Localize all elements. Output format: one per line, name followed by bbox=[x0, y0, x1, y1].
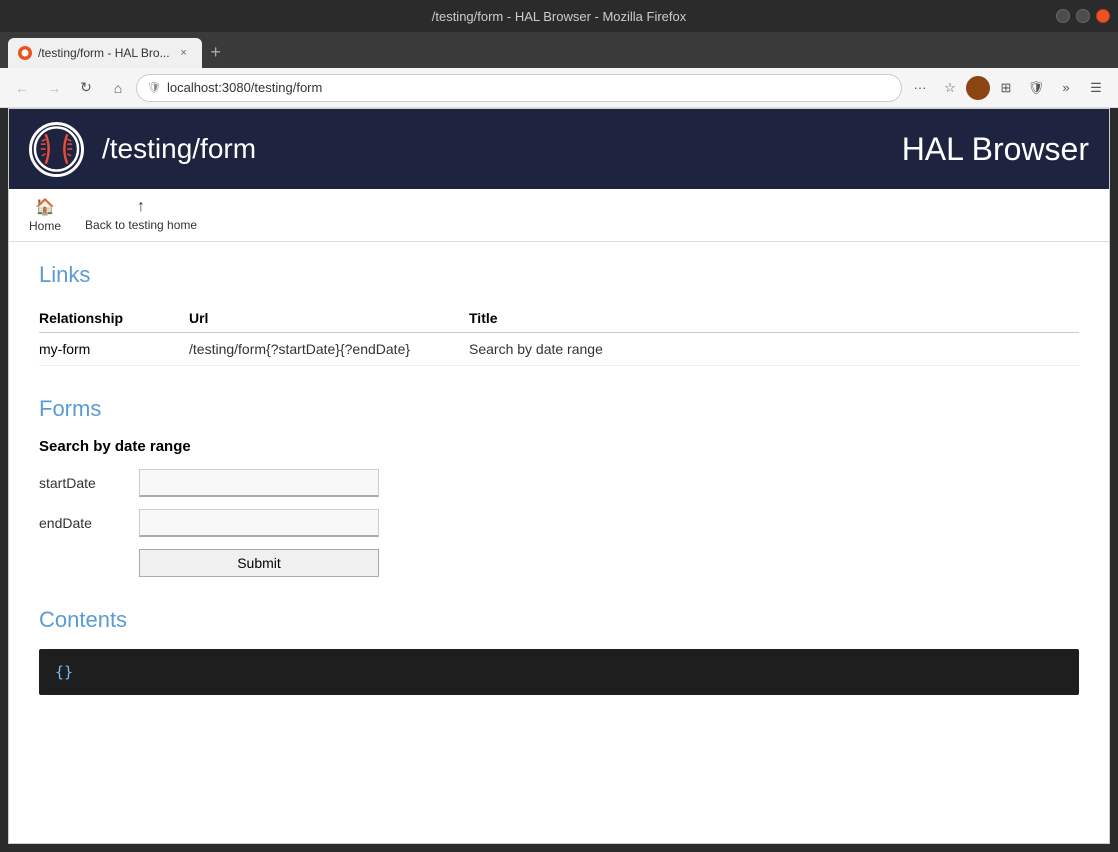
form-field: endDate bbox=[39, 509, 1079, 537]
window-controls: — □ ✕ bbox=[1056, 9, 1110, 23]
breadcrumb-back-label: Back to testing home bbox=[85, 218, 197, 232]
forms-section: Forms Search by date range startDate end… bbox=[39, 396, 1079, 577]
breadcrumb-back[interactable]: ↑ Back to testing home bbox=[85, 198, 197, 232]
forward-button[interactable]: → bbox=[40, 74, 68, 102]
field-input-startDate[interactable] bbox=[139, 469, 379, 497]
nav-right-icons: ··· ☆ ⊞ 🛡 » ☰ bbox=[906, 74, 1110, 102]
menu-button[interactable]: ☰ bbox=[1082, 74, 1110, 102]
close-button[interactable]: ✕ bbox=[1096, 9, 1110, 23]
extensions-button[interactable]: ⊞ bbox=[992, 74, 1020, 102]
field-label: startDate bbox=[39, 475, 139, 491]
home-icon: 🏠 bbox=[35, 197, 55, 217]
cell-url: /testing/form{?startDate}{?endDate} bbox=[189, 333, 469, 366]
up-arrow-icon: ↑ bbox=[137, 198, 145, 216]
back-button[interactable]: ← bbox=[8, 74, 36, 102]
browser-content: /testing/form HAL Browser 🏠 Home ↑ Back … bbox=[8, 108, 1110, 844]
home-button[interactable]: ⌂ bbox=[104, 74, 132, 102]
more-button[interactable]: ··· bbox=[906, 74, 934, 102]
maximize-button[interactable]: □ bbox=[1076, 9, 1090, 23]
links-table: Relationship Url Title my-form /testing/… bbox=[39, 304, 1079, 366]
window-title: /testing/form - HAL Browser - Mozilla Fi… bbox=[432, 9, 687, 24]
submit-button[interactable]: Submit bbox=[139, 549, 379, 577]
hal-brand: HAL Browser bbox=[902, 131, 1089, 168]
tab-favicon bbox=[18, 46, 32, 60]
title-bar: /testing/form - HAL Browser - Mozilla Fi… bbox=[0, 0, 1118, 32]
shield-button[interactable]: 🛡 bbox=[1022, 74, 1050, 102]
form-name: Search by date range bbox=[39, 438, 1079, 455]
col-title: Title bbox=[469, 304, 1079, 333]
contents-section: Contents {} bbox=[39, 607, 1079, 695]
field-label: endDate bbox=[39, 515, 139, 531]
active-tab[interactable]: /testing/form - HAL Bro... × bbox=[8, 38, 202, 68]
tab-title: /testing/form - HAL Bro... bbox=[38, 46, 170, 60]
bookmark-button[interactable]: ☆ bbox=[936, 74, 964, 102]
breadcrumb-home-label: Home bbox=[29, 219, 61, 233]
minimize-button[interactable]: — bbox=[1056, 9, 1070, 23]
cell-relationship: my-form bbox=[39, 333, 189, 366]
url-bar[interactable]: 🛡 localhost:3080/testing/form bbox=[136, 74, 902, 102]
hal-header: /testing/form HAL Browser bbox=[9, 109, 1109, 189]
contents-code: {} bbox=[39, 649, 1079, 695]
overflow-button[interactable]: » bbox=[1052, 74, 1080, 102]
cell-title: Search by date range bbox=[469, 333, 1079, 366]
form-field: startDate bbox=[39, 469, 1079, 497]
links-section: Links Relationship Url Title my-form /te… bbox=[39, 262, 1079, 366]
links-section-title: Links bbox=[39, 262, 1079, 288]
main-content: Links Relationship Url Title my-form /te… bbox=[9, 242, 1109, 715]
hal-path: /testing/form bbox=[102, 133, 902, 165]
refresh-button[interactable]: ↻ bbox=[72, 74, 100, 102]
col-relationship: Relationship bbox=[39, 304, 189, 333]
url-text: localhost:3080/testing/form bbox=[167, 80, 891, 95]
form-submit-row: Submit bbox=[139, 549, 1079, 577]
col-url: Url bbox=[189, 304, 469, 333]
user-avatar[interactable] bbox=[966, 76, 990, 100]
hal-logo bbox=[29, 122, 84, 177]
new-tab-button[interactable]: + bbox=[202, 38, 230, 66]
breadcrumb-nav: 🏠 Home ↑ Back to testing home bbox=[9, 189, 1109, 242]
tab-close-button[interactable]: × bbox=[176, 45, 192, 61]
contents-section-title: Contents bbox=[39, 607, 1079, 633]
forms-section-title: Forms bbox=[39, 396, 1079, 422]
nav-bar: ← → ↻ ⌂ 🛡 localhost:3080/testing/form ··… bbox=[0, 68, 1118, 108]
breadcrumb-home[interactable]: 🏠 Home bbox=[29, 197, 61, 233]
table-row: my-form /testing/form{?startDate}{?endDa… bbox=[39, 333, 1079, 366]
shield-icon: 🛡 bbox=[147, 81, 161, 94]
field-input-endDate[interactable] bbox=[139, 509, 379, 537]
tab-bar: /testing/form - HAL Bro... × + bbox=[0, 32, 1118, 68]
